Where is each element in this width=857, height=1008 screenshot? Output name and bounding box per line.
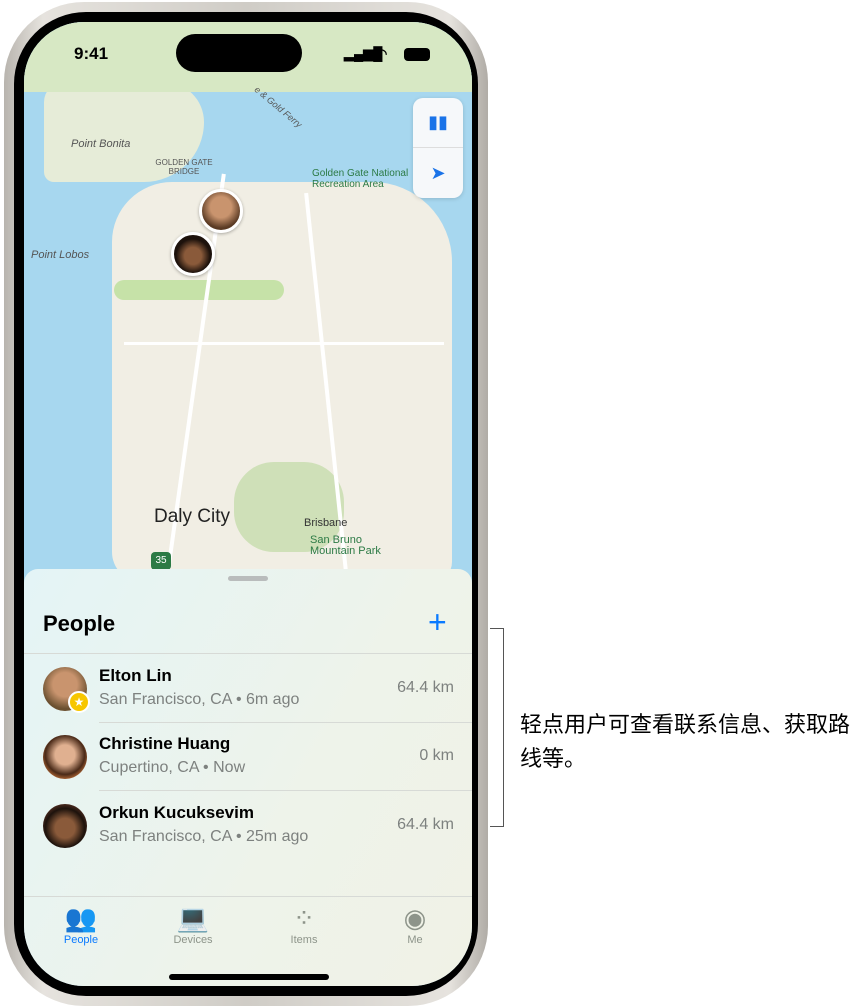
person-location: San Francisco, CA xyxy=(99,828,232,845)
divider xyxy=(24,653,472,654)
tab-bar: 👥 People 💻 Devices ⁘ Items ◉ Me xyxy=(24,896,472,986)
avatar xyxy=(43,735,87,779)
map-label-bridge: GOLDEN GATE BRIDGE xyxy=(155,158,213,176)
person-status: Cupertino, CA • Now xyxy=(99,759,246,776)
person-time: Now xyxy=(213,759,246,776)
person-distance: 64.4 km xyxy=(397,816,454,833)
people-icon: 👥 xyxy=(64,903,98,933)
map-controls: ▮▮ ➤ xyxy=(413,98,463,198)
person-circle-icon: ◉ xyxy=(403,903,427,933)
location-arrow-icon: ➤ xyxy=(430,162,446,183)
add-person-button[interactable]: + xyxy=(428,602,447,642)
bezel: Point Bonita GOLDEN GATE BRIDGE Golden G… xyxy=(14,12,478,996)
person-distance: 64.4 km xyxy=(397,679,454,696)
callout-text: 轻点用户可查看联系信息、获取路线等。 xyxy=(520,712,851,771)
people-sheet: People + ★ Elton Lin San Francisco, CA •… xyxy=(24,569,472,986)
divider xyxy=(99,790,472,791)
avatar xyxy=(43,804,87,848)
dynamic-island xyxy=(176,34,302,72)
callout-bracket xyxy=(490,628,504,827)
road xyxy=(124,342,444,345)
tab-devices[interactable]: 💻 Devices xyxy=(148,902,238,946)
person-name: Elton Lin xyxy=(99,666,172,685)
person-distance: 0 km xyxy=(419,747,454,764)
devices-icon: 💻 xyxy=(176,903,210,933)
battery-icon xyxy=(404,48,430,61)
person-time: 6m ago xyxy=(246,691,300,708)
golden-gate-park xyxy=(114,280,284,300)
person-status: San Francisco, CA • 25m ago xyxy=(99,828,309,845)
highway-shield: 35 xyxy=(151,552,171,570)
status-time: 9:41 xyxy=(74,44,109,63)
map-label-brisbane: Brisbane xyxy=(304,517,348,529)
map-label-point-lobos: Point Lobos xyxy=(31,249,90,261)
tab-label: Devices xyxy=(173,934,213,946)
map-label-san-bruno: San Bruno Mountain Park xyxy=(310,534,381,557)
divider xyxy=(24,896,472,897)
home-indicator[interactable] xyxy=(169,974,329,980)
person-time: 25m ago xyxy=(246,828,309,845)
divider xyxy=(99,722,472,723)
map-icon: ▮▮ xyxy=(428,112,448,132)
person-row-christine[interactable]: Christine Huang Cupertino, CA • Now 0 km xyxy=(24,725,472,793)
screen: Point Bonita GOLDEN GATE BRIDGE Golden G… xyxy=(24,22,472,986)
person-row-elton[interactable]: ★ Elton Lin San Francisco, CA • 6m ago 6… xyxy=(24,657,472,725)
person-row-orkun[interactable]: Orkun Kucuksevim San Francisco, CA • 25m… xyxy=(24,794,472,862)
map-pin-elton[interactable] xyxy=(199,189,243,233)
plus-icon: + xyxy=(428,604,447,640)
wifi-icon: ◠ xyxy=(376,46,388,61)
person-location: Cupertino, CA xyxy=(99,759,199,776)
person-location: San Francisco, CA xyxy=(99,691,232,708)
tab-label: People xyxy=(63,934,99,946)
status-bar: 9:41 ▂▄▆█ ◠ xyxy=(24,22,472,82)
person-status: San Francisco, CA • 6m ago xyxy=(99,691,300,708)
map-mode-button[interactable]: ▮▮ xyxy=(413,98,463,148)
tab-items[interactable]: ⁘ Items xyxy=(259,902,349,946)
tab-label: Items xyxy=(290,934,318,946)
person-name: Orkun Kucuksevim xyxy=(99,803,254,822)
map-view[interactable]: Point Bonita GOLDEN GATE BRIDGE Golden G… xyxy=(24,22,472,582)
map-label-ggnra: Golden Gate National Recreation Area xyxy=(312,168,409,190)
person-name: Christine Huang xyxy=(99,734,231,753)
tab-me[interactable]: ◉ Me xyxy=(370,902,460,946)
favorite-star-icon: ★ xyxy=(68,691,90,713)
phone-frame: Point Bonita GOLDEN GATE BRIDGE Golden G… xyxy=(4,2,488,1006)
tab-label: Me xyxy=(407,934,423,946)
sheet-grabber[interactable] xyxy=(228,576,268,581)
map-label-daly-city: Daly City xyxy=(154,506,231,527)
map-pin-orkun[interactable] xyxy=(171,232,215,276)
sheet-title: People xyxy=(43,611,116,636)
locate-button[interactable]: ➤ xyxy=(413,148,463,198)
map-label-point-bonita: Point Bonita xyxy=(71,138,131,150)
items-icon: ⁘ xyxy=(293,903,315,933)
tab-people[interactable]: 👥 People xyxy=(36,902,126,946)
